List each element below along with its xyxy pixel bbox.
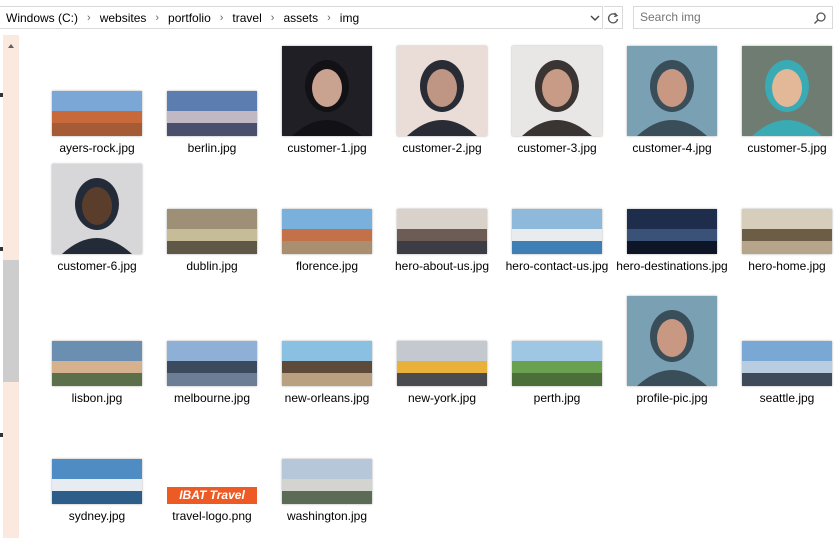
- thumbnail-image: [742, 341, 832, 386]
- file-name: customer-1.jpg: [287, 141, 367, 155]
- thumbnail-image: [742, 209, 832, 254]
- file-thumbnail: [731, 163, 840, 255]
- breadcrumb-item[interactable]: img: [340, 11, 359, 25]
- breadcrumb-item[interactable]: portfolio: [168, 11, 211, 25]
- file-thumbnail: [156, 163, 268, 255]
- breadcrumb: Windows (C:) › websites › portfolio › travel › a…: [6, 11, 359, 25]
- file-thumbnail: [41, 45, 153, 137]
- file-thumbnail: [41, 295, 153, 387]
- file-name: washington.jpg: [286, 509, 368, 523]
- thumbnail-image: [627, 46, 717, 136]
- thumbnail-image: [627, 209, 717, 254]
- file-thumbnail: [501, 295, 613, 387]
- file-name: hero-contact-us.jpg: [505, 259, 609, 273]
- file-thumbnail: [156, 45, 268, 137]
- thumbnail-image: [282, 459, 372, 504]
- file-name: ayers-rock.jpg: [59, 141, 135, 155]
- file-name: customer-4.jpg: [632, 141, 712, 155]
- file-name: berlin.jpg: [187, 141, 237, 155]
- file-thumbnail: [731, 295, 840, 387]
- file-thumbnail: [271, 295, 383, 387]
- vertical-scrollbar[interactable]: [3, 35, 19, 538]
- file-thumbnail: [271, 413, 383, 505]
- file-name: florence.jpg: [295, 259, 359, 273]
- file-name: hero-home.jpg: [748, 259, 826, 273]
- breadcrumb-item[interactable]: websites: [100, 11, 147, 25]
- file-name: dublin.jpg: [186, 259, 238, 273]
- scrollbar-thumb[interactable]: [3, 260, 19, 382]
- breadcrumb-separator-icon[interactable]: ›: [271, 12, 275, 24]
- thumbnail-image: [627, 296, 717, 386]
- logo-text: IBAT Travel: [179, 488, 245, 502]
- file-thumbnail: [156, 295, 268, 387]
- file-name: customer-6.jpg: [57, 259, 137, 273]
- file-thumbnail: [386, 163, 498, 255]
- thumbnail-image: [512, 46, 602, 136]
- thumbnail-image: [167, 341, 257, 386]
- chevron-down-icon[interactable]: [588, 11, 602, 25]
- breadcrumb-item[interactable]: travel: [232, 11, 261, 25]
- file-name: customer-5.jpg: [747, 141, 827, 155]
- file-name: sydney.jpg: [68, 509, 126, 523]
- thumbnail-image: [52, 91, 142, 136]
- file-thumbnail: [386, 295, 498, 387]
- breadcrumb-separator-icon[interactable]: ›: [220, 12, 224, 24]
- thumbnail-image: [282, 209, 372, 254]
- file-name: profile-pic.jpg: [636, 391, 708, 405]
- file-name: seattle.jpg: [759, 391, 815, 405]
- refresh-button[interactable]: [604, 6, 623, 29]
- file-name: new-york.jpg: [407, 391, 477, 405]
- file-thumbnail: [616, 163, 728, 255]
- file-name: customer-2.jpg: [402, 141, 482, 155]
- thumbnail-image: [512, 341, 602, 386]
- thumbnail-image: [52, 341, 142, 386]
- thumbnail-image: [167, 91, 257, 136]
- file-thumbnail: [731, 45, 840, 137]
- thumbnail-image: [742, 46, 832, 136]
- breadcrumb-separator-icon[interactable]: ›: [327, 12, 331, 24]
- file-thumbnail: [271, 45, 383, 137]
- file-grid: ayers-rock.jpg berlin.jpg customer-1.jpg cu…: [19, 35, 840, 538]
- file-thumbnail: [41, 163, 153, 255]
- file-thumbnail: [501, 163, 613, 255]
- thumbnail-image: [282, 341, 372, 386]
- file-name: travel-logo.png: [172, 509, 252, 523]
- file-name: hero-about-us.jpg: [394, 259, 490, 273]
- file-thumbnail: [386, 45, 498, 137]
- thumbnail-image: [397, 209, 487, 254]
- search-input[interactable]: [640, 10, 800, 24]
- file-thumbnail: [616, 295, 728, 387]
- breadcrumb-item[interactable]: assets: [283, 11, 318, 25]
- file-name: lisbon.jpg: [71, 391, 123, 405]
- search-box[interactable]: [633, 6, 833, 29]
- file-thumbnail: IBAT Travel: [156, 413, 268, 505]
- file-name: perth.jpg: [533, 391, 581, 405]
- toolbar: Windows (C:) › websites › portfolio › travel › a…: [0, 0, 840, 35]
- file-name: melbourne.jpg: [173, 391, 251, 405]
- thumbnail-image: [52, 164, 142, 254]
- breadcrumb-item[interactable]: Windows (C:): [6, 11, 78, 25]
- thumbnail-image: [282, 46, 372, 136]
- file-thumbnail: [271, 163, 383, 255]
- scroll-up-icon[interactable]: [7, 42, 15, 50]
- file-name: customer-3.jpg: [517, 141, 597, 155]
- file-thumbnail: [41, 413, 153, 505]
- thumbnail-image: [397, 341, 487, 386]
- thumbnail-image: [52, 459, 142, 504]
- breadcrumb-separator-icon[interactable]: ›: [155, 12, 159, 24]
- thumbnail-image: [397, 46, 487, 136]
- thumbnail-image: [512, 209, 602, 254]
- refresh-icon: [607, 12, 619, 24]
- address-bar[interactable]: Windows (C:) › websites › portfolio › travel › a…: [0, 6, 603, 29]
- search-icon[interactable]: [813, 11, 827, 25]
- file-name: new-orleans.jpg: [284, 391, 370, 405]
- breadcrumb-separator-icon[interactable]: ›: [87, 12, 91, 24]
- file-thumbnail: [501, 45, 613, 137]
- file-thumbnail: [616, 45, 728, 137]
- file-name: hero-destinations.jpg: [616, 259, 728, 273]
- thumbnail-image: [167, 209, 257, 254]
